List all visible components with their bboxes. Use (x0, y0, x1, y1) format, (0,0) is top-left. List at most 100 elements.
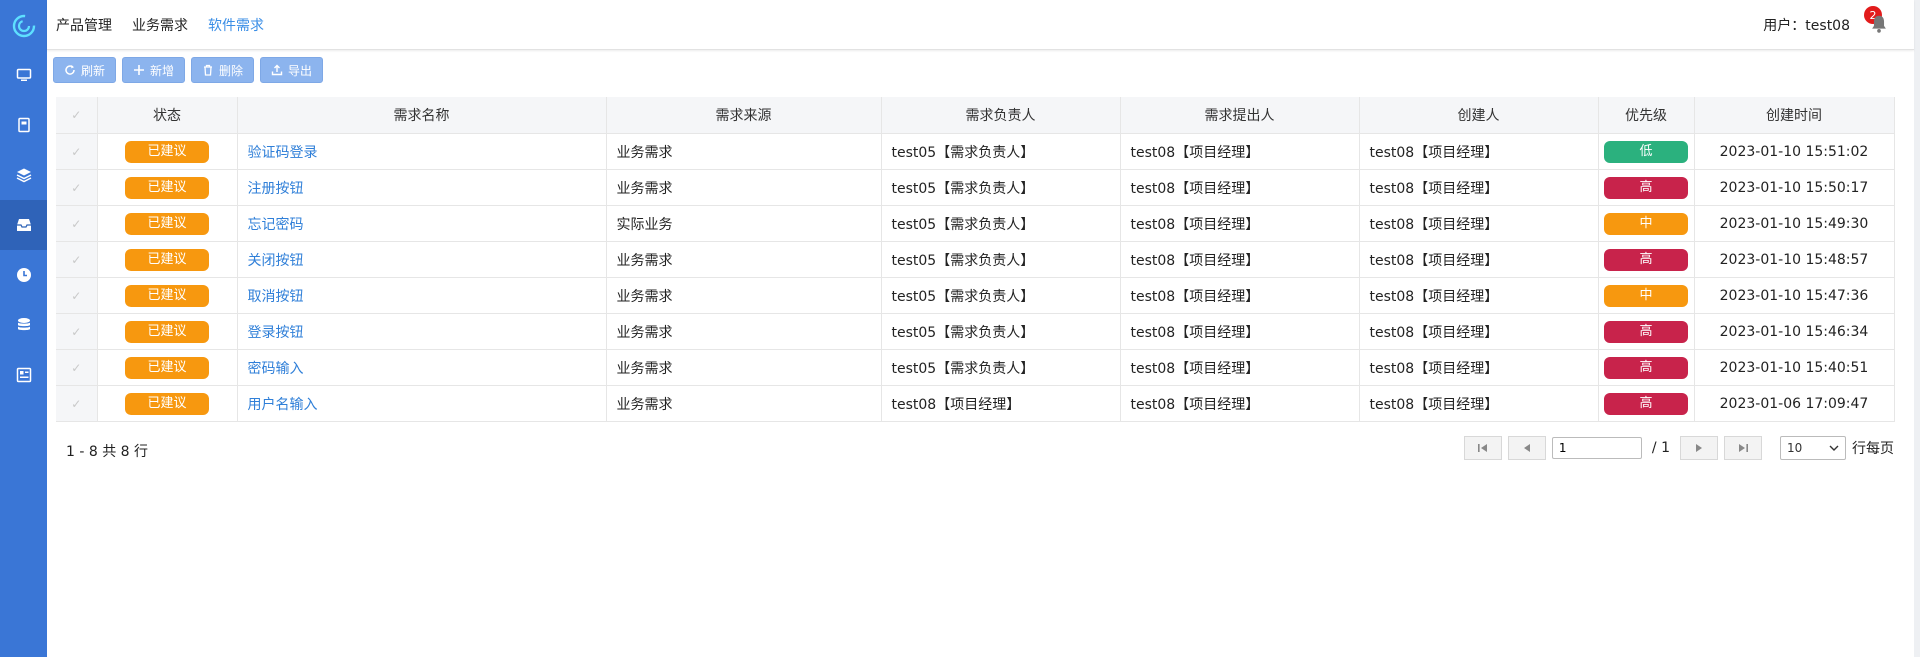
column-header[interactable]: 需求名称 (237, 97, 607, 134)
requirement-link[interactable]: 取消按钮 (248, 289, 304, 305)
column-header[interactable]: 状态 (97, 97, 238, 134)
table-row[interactable]: ✓ 已建议 注册按钮 业务需求 test05【需求负责人】 test08【项目经理】 tes… (56, 169, 1895, 206)
table-row[interactable]: ✓ 已建议 登录按钮 业务需求 test05【需求负责人】 test08【项目经理】 tes… (56, 313, 1895, 350)
select-all-checkbox[interactable]: ✓ (56, 97, 98, 134)
proposer-cell: test08【项目经理】 (1120, 133, 1360, 170)
requirement-link[interactable]: 密码输入 (248, 361, 304, 377)
creator-cell: test08【项目经理】 (1359, 133, 1599, 170)
requirement-link[interactable]: 登录按钮 (248, 325, 304, 341)
scrollbar-track[interactable] (1914, 0, 1920, 657)
column-header[interactable]: 需求负责人 (881, 97, 1121, 134)
status-cell: 已建议 (97, 385, 238, 422)
column-header[interactable]: 创建时间 (1694, 97, 1895, 134)
row-checkbox[interactable]: ✓ (56, 313, 98, 350)
sidebar-item-layers[interactable] (0, 150, 47, 200)
time-cell: 2023-01-10 15:51:02 (1694, 133, 1895, 170)
sidebar-item-monitor[interactable] (0, 50, 47, 100)
table-row[interactable]: ✓ 已建议 用户名输入 业务需求 test08【项目经理】 test08【项目经理】 tes… (56, 385, 1895, 422)
time-cell: 2023-01-10 15:50:17 (1694, 169, 1895, 206)
source-cell: 业务需求 (606, 241, 882, 278)
row-checkbox[interactable]: ✓ (56, 277, 98, 314)
clock-icon (16, 268, 31, 282)
creator-cell: test08【项目经理】 (1359, 313, 1599, 350)
column-header[interactable]: 需求提出人 (1120, 97, 1360, 134)
last-page-button[interactable] (1724, 436, 1762, 460)
status-badge: 已建议 (125, 284, 209, 307)
source-cell: 业务需求 (606, 169, 882, 206)
prev-page-icon (1523, 444, 1530, 452)
creator-cell: test08【项目经理】 (1359, 349, 1599, 386)
row-checkbox[interactable]: ✓ (56, 205, 98, 242)
source-cell: 业务需求 (606, 313, 882, 350)
status-badge: 已建议 (125, 140, 209, 163)
priority-cell: 高 (1598, 241, 1695, 278)
source-cell: 业务需求 (606, 277, 882, 314)
prev-page-button[interactable] (1507, 436, 1546, 460)
refresh-button[interactable]: 刷新 (53, 57, 117, 83)
table-row[interactable]: ✓ 已建议 关闭按钮 业务需求 test05【需求负责人】 test08【项目经理】 tes… (56, 241, 1895, 278)
column-header[interactable]: 优先级 (1598, 97, 1695, 134)
owner-cell: test05【需求负责人】 (881, 241, 1121, 278)
sidebar-item-dashboard[interactable] (0, 350, 47, 400)
requirement-link[interactable]: 注册按钮 (248, 181, 304, 197)
book-icon (17, 117, 30, 133)
first-page-button[interactable] (1463, 436, 1502, 460)
monitor-icon (16, 68, 31, 81)
logo-icon[interactable] (10, 12, 38, 40)
page-number-input[interactable] (1551, 437, 1642, 459)
owner-cell: test05【需求负责人】 (881, 349, 1121, 386)
row-checkbox[interactable]: ✓ (56, 169, 98, 206)
owner-cell: test05【需求负责人】 (881, 277, 1121, 314)
status-cell: 已建议 (97, 169, 238, 206)
row-checkbox[interactable]: ✓ (56, 385, 98, 422)
add-button[interactable]: 新增 (122, 57, 186, 83)
refresh-icon (65, 65, 75, 75)
proposer-cell: test08【项目经理】 (1120, 277, 1360, 314)
page-size-value: 10 (1787, 441, 1803, 455)
refresh-label: 刷新 (81, 63, 106, 78)
status-badge: 已建议 (125, 320, 209, 343)
column-header[interactable]: 需求来源 (606, 97, 882, 134)
table-row[interactable]: ✓ 已建议 忘记密码 实际业务 test05【需求负责人】 test08【项目经理】 tes… (56, 205, 1895, 242)
proposer-cell: test08【项目经理】 (1120, 205, 1360, 242)
time-cell: 2023-01-10 15:48:57 (1694, 241, 1895, 278)
row-checkbox[interactable]: ✓ (56, 133, 98, 170)
total-pages: / 1 (1651, 440, 1670, 456)
priority-badge: 中 (1604, 212, 1688, 235)
source-cell: 业务需求 (606, 349, 882, 386)
sidebar-item-clock[interactable] (0, 250, 47, 300)
row-checkbox[interactable]: ✓ (56, 349, 98, 386)
status-badge: 已建议 (125, 176, 209, 199)
next-page-button[interactable] (1680, 436, 1718, 460)
sidebar-item-inbox[interactable] (0, 200, 47, 250)
sidebar-item-book[interactable] (0, 100, 47, 150)
nav-product-management[interactable]: 产品管理 (56, 15, 112, 35)
table-row[interactable]: ✓ 已建议 验证码登录 业务需求 test05【需求负责人】 test08【项目经理】 te… (56, 133, 1895, 170)
status-cell: 已建议 (97, 277, 238, 314)
requirement-link[interactable]: 忘记密码 (248, 217, 304, 233)
sidebar-item-database[interactable] (0, 300, 47, 350)
nav-business-requirements[interactable]: 业务需求 (132, 15, 188, 35)
column-header[interactable]: 创建人 (1359, 97, 1599, 134)
name-cell: 忘记密码 (237, 205, 607, 242)
proposer-cell: test08【项目经理】 (1120, 169, 1360, 206)
table-row[interactable]: ✓ 已建议 取消按钮 业务需求 test05【需求负责人】 test08【项目经理】 tes… (56, 277, 1895, 314)
pagination: / 1 10 行每页 (1463, 436, 1894, 460)
requirement-link[interactable]: 用户名输入 (248, 397, 318, 413)
time-cell: 2023-01-10 15:40:51 (1694, 349, 1895, 386)
page-size-select[interactable]: 10 (1780, 436, 1846, 460)
export-label: 导出 (288, 63, 313, 78)
dashboard-icon (16, 367, 31, 383)
bell-icon[interactable] (1868, 13, 1890, 35)
row-checkbox[interactable]: ✓ (56, 241, 98, 278)
requirement-link[interactable]: 关闭按钮 (248, 253, 304, 269)
table-row[interactable]: ✓ 已建议 密码输入 业务需求 test05【需求负责人】 test08【项目经理】 tes… (56, 349, 1895, 386)
name-cell: 密码输入 (237, 349, 607, 386)
requirement-link[interactable]: 验证码登录 (248, 145, 318, 161)
delete-button[interactable]: 删除 (191, 57, 255, 83)
priority-cell: 高 (1598, 349, 1695, 386)
export-button[interactable]: 导出 (260, 57, 324, 83)
status-badge: 已建议 (125, 356, 209, 379)
nav-software-requirements[interactable]: 软件需求 (208, 15, 264, 35)
next-page-icon (1696, 444, 1702, 452)
